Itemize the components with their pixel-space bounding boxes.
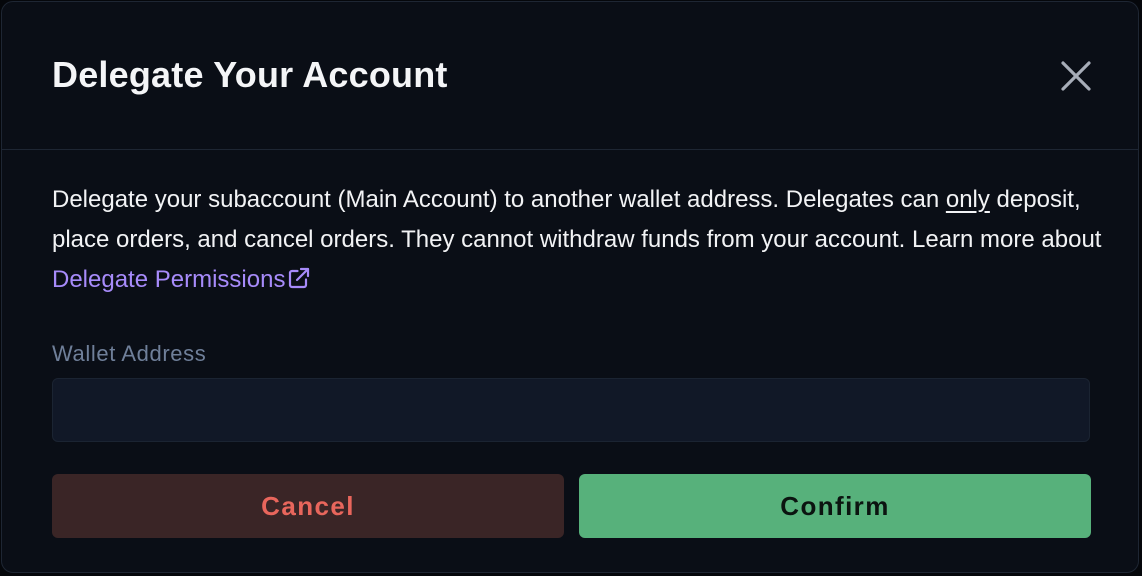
dialog-description: Delegate your subaccount (Main Account) … <box>52 180 1102 303</box>
wallet-address-label: Wallet Address <box>52 341 207 366</box>
description-emphasis: only <box>945 186 990 213</box>
close-icon <box>1056 56 1096 96</box>
confirm-button[interactable]: Confirm <box>579 474 1091 538</box>
delegate-account-dialog: Delegate Your Account Delegate your suba… <box>1 1 1139 573</box>
dialog-title: Delegate Your Account <box>52 54 448 95</box>
dialog-header: Delegate Your Account <box>2 2 1138 150</box>
wallet-address-input[interactable] <box>52 378 1090 442</box>
delegate-permissions-link[interactable]: Delegate Permissions <box>52 266 311 293</box>
cancel-button[interactable]: Cancel <box>52 474 564 538</box>
external-link-icon <box>287 263 311 303</box>
delegate-permissions-link-label: Delegate Permissions <box>52 266 286 293</box>
description-text-1: Delegate your subaccount (Main Account) … <box>52 186 946 213</box>
close-button[interactable] <box>1056 56 1096 96</box>
